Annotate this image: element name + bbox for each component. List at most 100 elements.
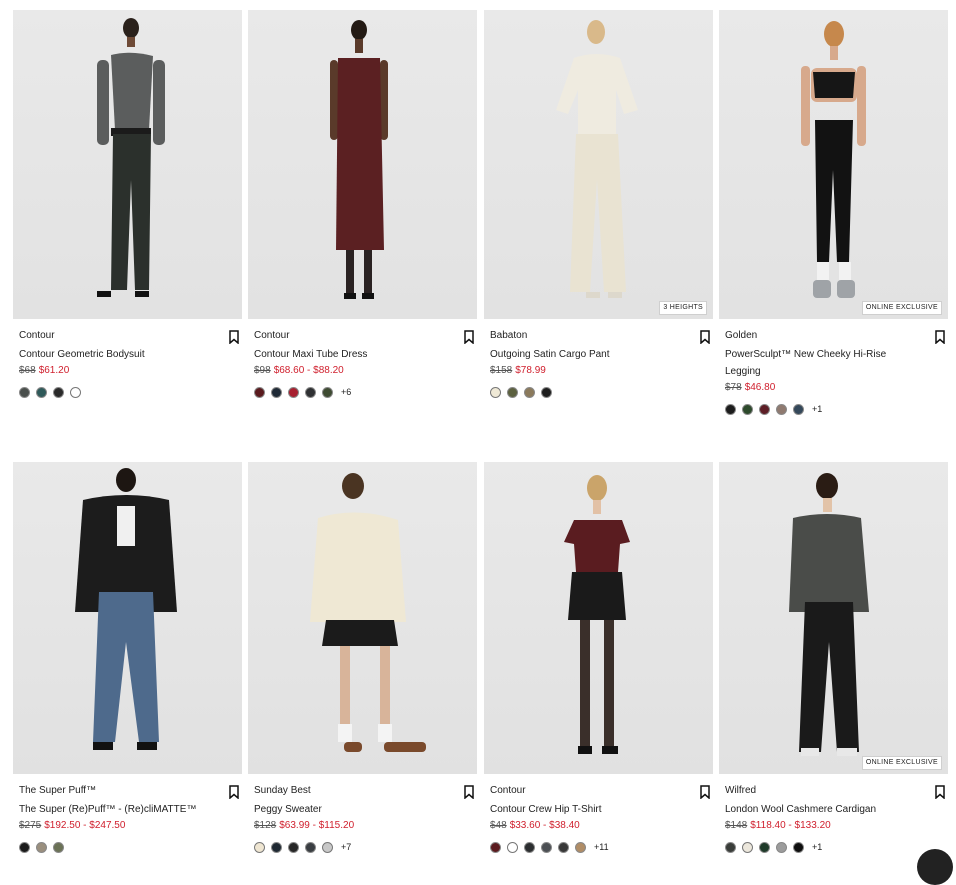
product-image[interactable] <box>13 10 242 319</box>
product-brand: Wilfred <box>725 785 757 796</box>
bookmark-icon[interactable] <box>934 785 946 799</box>
model-figure <box>310 473 426 752</box>
product-name[interactable]: London Wool Cashmere Cardigan <box>725 801 915 818</box>
model-figure <box>564 475 630 754</box>
bookmark-icon[interactable] <box>699 785 711 799</box>
product-price: $48 $33.60 - $38.40 <box>490 818 713 834</box>
chat-icon[interactable] <box>917 849 953 885</box>
color-swatch[interactable] <box>776 841 787 853</box>
color-swatches: +1 <box>725 841 948 853</box>
color-swatch[interactable] <box>507 386 518 398</box>
bookmark-icon[interactable] <box>463 785 475 799</box>
color-swatch[interactable] <box>19 386 30 398</box>
color-swatch[interactable] <box>36 386 47 398</box>
original-price: $158 <box>490 365 513 376</box>
color-swatch[interactable] <box>742 841 753 853</box>
color-swatch[interactable] <box>524 841 535 853</box>
product-image[interactable] <box>248 462 477 774</box>
product-badge: ONLINE EXCLUSIVE <box>861 756 942 770</box>
product-image[interactable] <box>484 462 713 774</box>
sale-price: $63.99 - $115.20 <box>279 820 355 831</box>
product-name[interactable]: Peggy Sweater <box>254 801 444 818</box>
bookmark-icon[interactable] <box>463 330 475 344</box>
sale-price: $118.40 - $133.20 <box>750 820 831 831</box>
product-brand: Contour <box>490 785 526 796</box>
color-swatch[interactable] <box>70 386 81 398</box>
color-swatch[interactable] <box>322 386 333 398</box>
color-swatch[interactable] <box>575 841 586 853</box>
product-brand: Babaton <box>490 330 528 341</box>
more-colors-count[interactable]: +7 <box>341 842 351 852</box>
color-swatch[interactable] <box>776 403 787 415</box>
product-price: $78 $46.80 <box>725 380 948 396</box>
color-swatches <box>19 841 242 853</box>
bookmark-icon[interactable] <box>699 330 711 344</box>
product-price: $98 $68.60 - $88.20 <box>254 363 477 379</box>
product-price: $68 $61.20 <box>19 363 242 379</box>
product-name[interactable]: Contour Geometric Bodysuit <box>19 346 209 363</box>
color-swatches <box>19 386 242 398</box>
color-swatch[interactable] <box>524 386 535 398</box>
product-price: $128 $63.99 - $115.20 <box>254 818 477 834</box>
original-price: $98 <box>254 365 271 376</box>
color-swatch[interactable] <box>541 841 552 853</box>
product-price: $158 $78.99 <box>490 363 713 379</box>
product-image[interactable]: 3 HEIGHTS <box>484 10 713 319</box>
product-image[interactable] <box>248 10 477 319</box>
original-price: $78 <box>725 382 742 393</box>
color-swatch[interactable] <box>53 386 64 398</box>
model-figure <box>330 20 388 299</box>
product-name[interactable]: Contour Maxi Tube Dress <box>254 346 444 363</box>
product-brand: Contour <box>19 330 55 341</box>
color-swatch[interactable] <box>305 386 316 398</box>
color-swatch[interactable] <box>490 841 501 853</box>
original-price: $148 <box>725 820 748 831</box>
original-price: $275 <box>19 820 42 831</box>
product-name[interactable]: Contour Crew Hip T-Shirt <box>490 801 680 818</box>
color-swatch[interactable] <box>742 403 753 415</box>
product-price: $148 $118.40 - $133.20 <box>725 818 948 834</box>
product-name[interactable]: Outgoing Satin Cargo Pant <box>490 346 680 363</box>
color-swatch[interactable] <box>725 841 736 853</box>
color-swatch[interactable] <box>490 386 501 398</box>
model-figure <box>97 18 165 297</box>
more-colors-count[interactable]: +1 <box>812 842 822 852</box>
color-swatch[interactable] <box>305 841 316 853</box>
color-swatch[interactable] <box>271 386 282 398</box>
bookmark-icon[interactable] <box>228 330 240 344</box>
color-swatches: +11 <box>490 841 713 853</box>
product-name[interactable]: PowerSculpt™ New Cheeky Hi-Rise Legging <box>725 346 915 380</box>
color-swatch[interactable] <box>254 841 265 853</box>
color-swatch[interactable] <box>288 386 299 398</box>
color-swatch[interactable] <box>793 403 804 415</box>
product-name[interactable]: The Super (Re)Puff™ - (Re)cliMATTE™ <box>19 801 209 818</box>
bookmark-icon[interactable] <box>228 785 240 799</box>
color-swatch[interactable] <box>507 841 518 853</box>
color-swatch[interactable] <box>322 841 333 853</box>
product-brand: Golden <box>725 330 758 341</box>
more-colors-count[interactable]: +1 <box>812 404 822 414</box>
bookmark-icon[interactable] <box>934 330 946 344</box>
color-swatch[interactable] <box>541 386 552 398</box>
original-price: $48 <box>490 820 507 831</box>
color-swatch[interactable] <box>793 841 804 853</box>
product-image[interactable]: ONLINE EXCLUSIVE <box>719 462 948 774</box>
color-swatch[interactable] <box>288 841 299 853</box>
color-swatches: +6 <box>254 386 477 398</box>
color-swatch[interactable] <box>759 403 770 415</box>
more-colors-count[interactable]: +6 <box>341 387 351 397</box>
model-figure <box>801 21 866 298</box>
color-swatch[interactable] <box>271 841 282 853</box>
product-image[interactable] <box>13 462 242 774</box>
color-swatch[interactable] <box>53 841 64 853</box>
color-swatch[interactable] <box>19 841 30 853</box>
color-swatch[interactable] <box>725 403 736 415</box>
color-swatch[interactable] <box>759 841 770 853</box>
color-swatch[interactable] <box>254 386 265 398</box>
more-colors-count[interactable]: +11 <box>594 842 609 852</box>
sale-price: $192.50 - $247.50 <box>44 820 126 831</box>
color-swatch[interactable] <box>558 841 569 853</box>
original-price: $68 <box>19 365 36 376</box>
color-swatch[interactable] <box>36 841 47 853</box>
product-image[interactable]: ONLINE EXCLUSIVE <box>719 10 948 319</box>
